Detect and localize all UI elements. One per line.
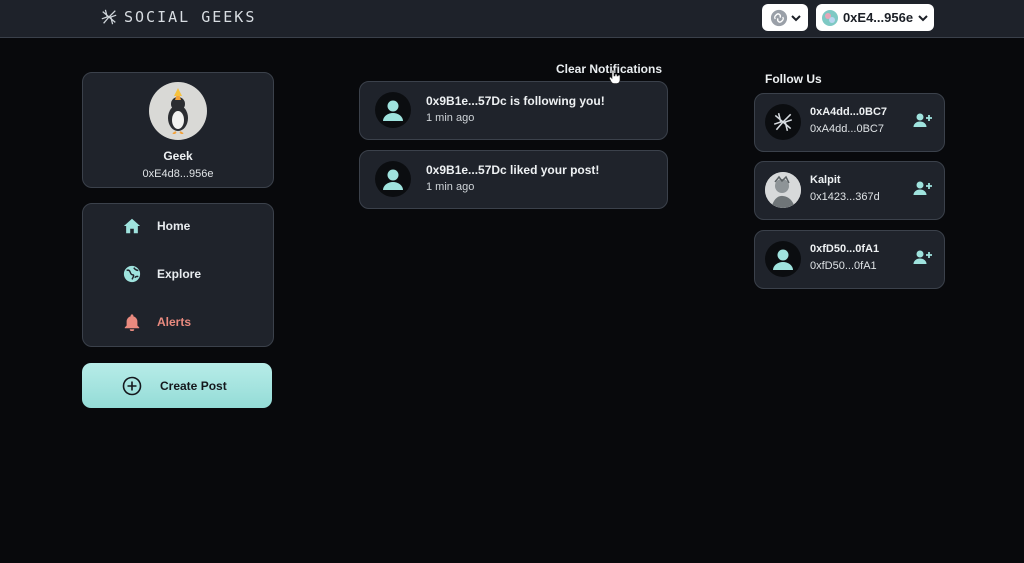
notification-message: 0x9B1e...57Dc liked your post! — [426, 163, 600, 177]
follow-address: 0xA4dd...0BC7 — [810, 123, 884, 135]
notification-time: 1 min ago — [426, 112, 475, 124]
profile-avatar[interactable] — [149, 82, 207, 140]
sidebar-item-alerts[interactable]: Alerts — [123, 313, 191, 331]
chevron-down-icon — [918, 14, 928, 21]
chain-link-icon — [770, 9, 787, 26]
add-user-icon[interactable] — [913, 249, 933, 265]
create-post-button[interactable]: Create Post — [82, 363, 272, 408]
user-avatar — [765, 241, 801, 277]
sidebar-item-label: Alerts — [157, 315, 192, 329]
photo-avatar-icon — [765, 172, 801, 208]
follow-suggestion-item[interactable]: Kalpit 0x1423...367d — [754, 161, 945, 220]
network-selector-button[interactable] — [762, 4, 808, 31]
home-icon — [123, 218, 141, 234]
follow-address: 0xfD50...0fA1 — [810, 260, 877, 272]
follow-name: 0xfD50...0fA1 — [810, 243, 880, 255]
logo-text: SOCIAL GEEKS — [124, 8, 257, 26]
user-icon — [773, 249, 793, 270]
app-logo[interactable]: SOCIAL GEEKS — [100, 8, 256, 26]
user-icon — [383, 100, 403, 121]
user-avatar — [765, 172, 801, 208]
notification-item[interactable]: 0x9B1e...57Dc liked your post! 1 min ago — [359, 150, 668, 209]
globe-icon — [123, 265, 141, 283]
bell-icon — [124, 314, 140, 331]
chevron-down-icon — [790, 14, 801, 21]
sidebar-nav: Home Explore Alerts — [82, 203, 274, 347]
add-user-icon[interactable] — [913, 180, 933, 196]
follow-name: 0xA4dd...0BC7 — [810, 106, 888, 118]
follow-name: Kalpit — [810, 174, 841, 186]
profile-name: Geek — [163, 149, 193, 163]
notification-message: 0x9B1e...57Dc is following you! — [426, 94, 605, 108]
profile-address: 0xE4d8...956e — [142, 168, 214, 180]
user-icon — [383, 169, 403, 190]
user-avatar — [375, 161, 411, 197]
user-avatar — [375, 92, 411, 128]
follow-suggestion-item[interactable]: 0xA4dd...0BC7 0xA4dd...0BC7 — [754, 93, 945, 152]
account-avatar-icon — [821, 9, 838, 26]
follow-suggestion-item[interactable]: 0xfD50...0fA1 0xfD50...0fA1 — [754, 230, 945, 289]
top-bar: SOCIAL GEEKS 0xE4...956e — [0, 0, 1024, 38]
follow-us-title: Follow Us — [765, 72, 822, 86]
account-button[interactable]: 0xE4...956e — [816, 4, 934, 31]
follow-address: 0x1423...367d — [810, 191, 880, 203]
logo-icon — [773, 113, 793, 131]
user-avatar — [765, 104, 801, 140]
sidebar-item-label: Explore — [157, 267, 202, 281]
profile-card: Geek 0xE4d8...956e — [82, 72, 274, 188]
penguin-avatar-icon — [168, 88, 188, 134]
plus-circle-icon — [122, 376, 142, 395]
hand-cursor-icon — [609, 70, 621, 84]
create-post-label: Create Post — [160, 378, 227, 393]
notification-time: 1 min ago — [426, 181, 475, 193]
add-user-icon[interactable] — [913, 112, 933, 128]
sidebar-item-explore[interactable]: Explore — [123, 265, 201, 283]
logo-icon — [101, 9, 117, 25]
sidebar-item-label: Home — [157, 219, 191, 233]
notification-item[interactable]: 0x9B1e...57Dc is following you! 1 min ag… — [359, 81, 668, 140]
account-label: 0xE4...956e — [842, 10, 914, 25]
sidebar-item-home[interactable]: Home — [123, 217, 190, 235]
